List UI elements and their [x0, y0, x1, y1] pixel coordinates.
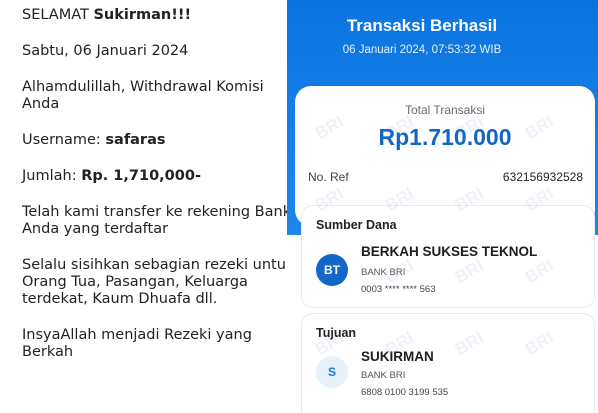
destination-section: Tujuan S SUKIRMAN BANK BRI 6808 0100 319…: [301, 313, 595, 413]
advice-line-1: Selalu sisihkan sebagian rezeki untuk: [22, 257, 287, 273]
destination-avatar: S: [316, 356, 348, 388]
transfer-line-2: Anda yang terdaftar: [22, 221, 169, 237]
source-bank: BANK BRI: [361, 267, 406, 278]
advice-line-2: Orang Tua, Pasangan, Keluarga: [22, 274, 248, 290]
amount-value: Rp. 1,710,000-: [81, 168, 201, 184]
greeting-name: Sukirman!!!: [93, 7, 192, 23]
advice-line-3: terdekat, Kaum Dhuafa dll.: [22, 291, 218, 307]
message-line-2: Anda: [22, 96, 60, 112]
transaction-receipt: Transaksi Berhasil 06 Januari 2024, 07:5…: [287, 0, 598, 413]
receipt-title: Transaksi Berhasil: [346, 16, 498, 35]
destination-title: Tujuan: [316, 326, 357, 340]
source-account-number: 0003 **** **** 563: [361, 284, 436, 295]
total-label: Total Transaksi: [404, 103, 486, 117]
withdrawal-message: SELAMAT Sukirman!!! Sabtu, 06 Januari 20…: [0, 0, 287, 413]
ref-value: 632156932528: [502, 170, 583, 184]
destination-account-number: 6808 0100 3199 535: [361, 387, 449, 398]
closing-line-1: InsyaAllah menjadi Rezeki yang: [22, 327, 252, 343]
greeting-prefix: SELAMAT: [22, 7, 94, 23]
username-value: safaras: [105, 132, 166, 148]
amount-line: Jumlah: Rp. 1,710,000-: [22, 168, 287, 185]
message-date: Sabtu, 06 Januari 2024: [22, 43, 189, 59]
source-account-name: BERKAH SUKSES TEKNOL: [361, 244, 538, 259]
source-title: Sumber Dana: [316, 218, 397, 232]
source-of-funds-section: Sumber Dana BT BERKAH SUKSES TEKNOL BANK…: [301, 205, 595, 308]
message-line-1: Alhamdulillah, Withdrawal Komisi: [22, 79, 264, 95]
amount-label: Jumlah:: [22, 168, 82, 184]
destination-account-name: SUKIRMAN: [361, 349, 434, 364]
destination-bank: BANK BRI: [361, 370, 406, 381]
receipt-datetime: 06 Januari 2024, 07:53:32 WIB: [342, 44, 502, 56]
total-amount: Rp1.710.000: [378, 124, 512, 150]
username-line: Username: safaras: [22, 132, 287, 149]
greeting: SELAMAT Sukirman!!!: [22, 7, 287, 24]
source-avatar: BT: [316, 254, 348, 286]
transfer-line-1: Telah kami transfer ke rekening Bank: [22, 204, 287, 220]
closing-line-2: Berkah: [22, 344, 74, 360]
ref-label: No. Ref: [308, 170, 349, 184]
username-label: Username:: [22, 132, 106, 148]
